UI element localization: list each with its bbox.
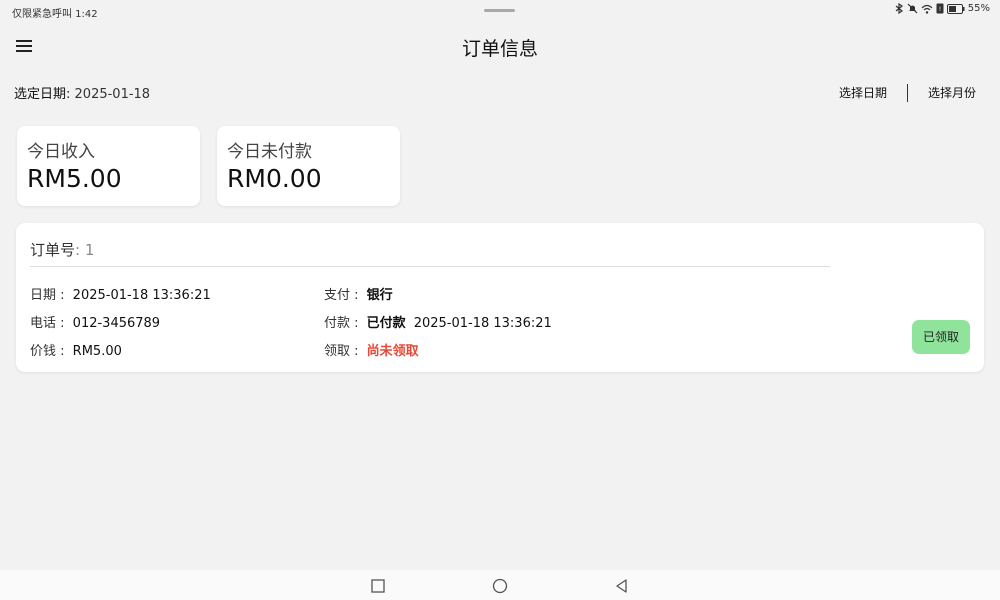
drag-handle[interactable]: [484, 9, 515, 12]
selected-date-separator: :: [66, 87, 75, 102]
order-payment-separator: :: [350, 288, 363, 303]
home-icon[interactable]: [492, 578, 508, 594]
date-actions: 选择日期 选择月份: [839, 82, 976, 103]
order-date-value: 2025-01-18 13:36:21: [72, 288, 211, 303]
order-number: 订单号: 1: [30, 239, 94, 260]
unpaid-label: 今日未付款: [227, 142, 312, 162]
select-date-button[interactable]: 选择日期: [839, 82, 887, 103]
income-label: 今日收入: [27, 142, 95, 162]
order-payment-value: 银行: [366, 288, 393, 303]
action-divider: [906, 83, 908, 102]
selected-date: 选定日期: 2025-01-18: [14, 83, 150, 102]
order-date-label: 日期: [30, 288, 57, 303]
bluetooth-icon: [895, 3, 903, 14]
order-payment-label: 支付: [324, 288, 351, 303]
order-phone-label: 电话: [30, 316, 57, 331]
order-price-separator: :: [56, 344, 69, 359]
order-card[interactable]: 订单号: 1 日期 : 2025-01-18 13:36:21 电话 : 012…: [16, 223, 984, 372]
order-paid-status: 已付款: [366, 316, 406, 331]
order-paid-separator: :: [350, 316, 363, 331]
order-phone: 电话 : 012-3456789: [30, 312, 160, 331]
income-value: RM5.00: [27, 164, 122, 193]
status-text: 仅限紧急呼叫 1:42: [12, 9, 98, 20]
order-number-value: 1: [84, 241, 95, 259]
order-price-label: 价钱: [30, 344, 57, 359]
order-collect-status: 尚未领取: [366, 344, 419, 359]
unpaid-card: 今日未付款 RM0.00: [217, 126, 400, 206]
order-paid: 付款 : 已付款 2025-01-18 13:36:21: [324, 312, 552, 331]
unpaid-value: RM0.00: [227, 164, 322, 193]
page-title: 订单信息: [461, 38, 538, 60]
battery-percent: 55%: [967, 3, 990, 14]
back-icon[interactable]: [614, 578, 630, 594]
order-divider: [30, 266, 830, 267]
battery-icon: [946, 3, 965, 14]
income-card: 今日收入 RM5.00: [17, 126, 200, 206]
recent-apps-icon[interactable]: [370, 578, 386, 594]
order-phone-value: 012-3456789: [72, 316, 161, 331]
order-date-separator: :: [56, 288, 69, 303]
order-paid-label: 付款: [324, 316, 351, 331]
navigation-bar: [0, 570, 1000, 600]
order-price: 价钱 : RM5.00: [30, 340, 122, 359]
order-collect-separator: :: [350, 344, 363, 359]
order-collect: 领取 : 尚未领取: [324, 340, 419, 359]
order-number-label: 订单号: [30, 241, 76, 259]
wifi-icon: [921, 4, 933, 14]
selected-date-label: 选定日期: [14, 87, 67, 102]
sim-icon: !: [936, 3, 944, 14]
app-bar: 订单信息: [0, 22, 1000, 70]
selected-date-value: 2025-01-18: [74, 87, 151, 102]
order-paid-time: 2025-01-18 13:36:21: [413, 316, 552, 331]
mute-icon: [907, 3, 918, 14]
order-price-value: RM5.00: [72, 344, 122, 359]
order-number-separator: :: [75, 241, 85, 259]
svg-text:!: !: [939, 6, 941, 13]
status-bar: 仅限紧急呼叫 1:42 ! 55%: [0, 0, 1000, 22]
order-date: 日期 : 2025-01-18 13:36:21: [30, 284, 211, 303]
mark-collected-button[interactable]: 已领取: [912, 320, 970, 354]
order-collect-label: 领取: [324, 344, 351, 359]
select-month-button[interactable]: 选择月份: [928, 82, 976, 103]
order-phone-separator: :: [56, 316, 69, 331]
status-icons: ! 55%: [895, 3, 990, 14]
date-bar: 选定日期: 2025-01-18 选择日期 选择月份: [14, 82, 986, 102]
order-payment: 支付 : 银行: [324, 284, 393, 303]
